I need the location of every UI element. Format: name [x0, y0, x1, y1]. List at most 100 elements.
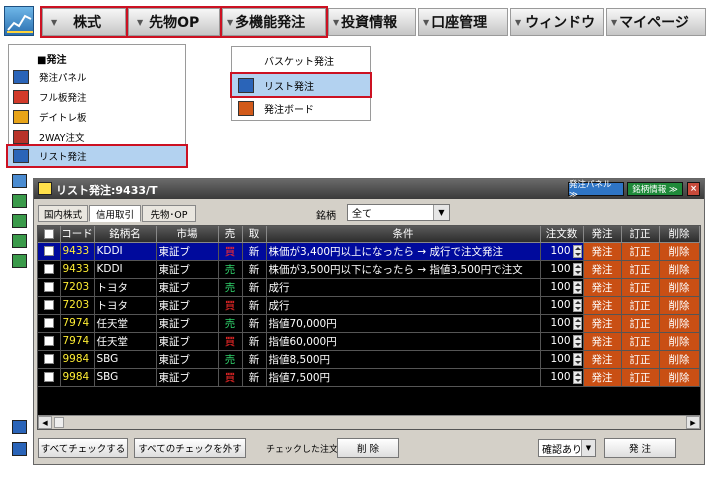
qty-stepper[interactable] [572, 334, 582, 348]
column-header-code[interactable]: コード [60, 226, 95, 243]
order-panel-button[interactable]: 発注パネル ≫ [568, 180, 624, 200]
menu-account[interactable]: ▼ 口座管理 [418, 8, 508, 36]
row-checkbox-cell[interactable] [38, 242, 61, 261]
menu-kabushiki[interactable]: ▼ 株式 [40, 6, 128, 38]
column-header-condition[interactable]: 条件 [266, 226, 541, 243]
cell-qty[interactable]: 100 [540, 350, 584, 369]
column-header-name[interactable]: 銘柄名 [94, 226, 157, 243]
menu-window[interactable]: ▼ ウィンドウ [510, 8, 604, 36]
cell-qty[interactable]: 100 [540, 260, 584, 279]
qty-stepper[interactable] [572, 352, 582, 366]
modify-button[interactable]: 訂正 [621, 350, 660, 369]
menu-item-daytrade-board[interactable]: デイトレ板 [9, 107, 185, 127]
order-button[interactable]: 発注 [583, 278, 622, 297]
scrollbar-thumb[interactable] [54, 417, 64, 428]
row-checkbox-cell[interactable] [38, 260, 61, 279]
row-checkbox-cell[interactable] [38, 278, 61, 297]
submit-order-button[interactable]: 発 注 [604, 438, 676, 458]
check-all-button[interactable]: すべてチェックする [38, 438, 128, 458]
table-row[interactable]: 9433 KDDI 東証ブ売新株価が3,500円以下になったら → 指値3,500円… [38, 260, 700, 279]
row-checkbox-cell[interactable] [38, 296, 61, 315]
delete-button[interactable]: 削除 [659, 314, 700, 333]
app-logo-icon[interactable] [4, 6, 34, 36]
row-checkbox-cell[interactable] [38, 368, 61, 387]
cell-qty[interactable]: 100 [540, 296, 584, 315]
menu-item-order-panel[interactable]: 発注パネル [9, 67, 185, 87]
tab-futures-options[interactable]: 先物･OP [142, 205, 196, 222]
column-header-side[interactable]: 売 [218, 226, 243, 243]
qty-stepper[interactable] [572, 316, 582, 330]
checkbox[interactable] [43, 246, 54, 256]
close-icon[interactable]: × [687, 182, 700, 196]
modify-button[interactable]: 訂正 [621, 296, 660, 315]
order-button[interactable]: 発注 [583, 242, 622, 261]
chevron-down-icon[interactable]: ▼ [581, 440, 595, 456]
delete-checked-button[interactable]: 削 除 [337, 438, 399, 458]
toolbar-icon[interactable] [12, 194, 27, 208]
toolbar-icon[interactable] [12, 442, 27, 456]
chevron-down-icon[interactable]: ▼ [433, 205, 449, 220]
column-header-market[interactable]: 市場 [156, 226, 219, 243]
checkbox[interactable] [43, 372, 54, 382]
modify-button[interactable]: 訂正 [621, 368, 660, 387]
menu-item-list-order[interactable]: リスト発注 [6, 144, 188, 168]
menu-futures-op[interactable]: ▼ 先物OP [126, 6, 222, 38]
modify-button[interactable]: 訂正 [621, 278, 660, 297]
column-header-order[interactable]: 発注 [583, 226, 622, 243]
qty-stepper[interactable] [572, 280, 582, 294]
header-select-all[interactable] [38, 226, 61, 243]
delete-button[interactable]: 削除 [659, 368, 700, 387]
table-row[interactable]: 7203 トヨタ 東証ブ買新成行 100 発注 訂正 削除 [38, 296, 700, 315]
table-row[interactable]: 7203 トヨタ 東証ブ売新成行 100 発注 訂正 削除 [38, 278, 700, 297]
horizontal-scrollbar[interactable]: ◀ ▶ [38, 415, 700, 429]
cell-qty[interactable]: 100 [540, 332, 584, 351]
checkbox[interactable] [43, 228, 54, 239]
scroll-left-icon[interactable]: ◀ [38, 416, 52, 429]
tab-margin-trading[interactable]: 信用取引 [89, 205, 141, 222]
menu-item-full-board[interactable]: フル板発注 [9, 87, 185, 107]
delete-button[interactable]: 削除 [659, 278, 700, 297]
order-button[interactable]: 発注 [583, 368, 622, 387]
checkbox[interactable] [43, 282, 54, 292]
toolbar-icon[interactable] [12, 254, 27, 268]
order-button[interactable]: 発注 [583, 260, 622, 279]
submenu-item-list-order[interactable]: リスト発注 [230, 72, 372, 98]
toolbar-icon[interactable] [12, 174, 27, 188]
confirm-select[interactable]: 確認あり ▼ [538, 439, 596, 457]
row-checkbox-cell[interactable] [38, 314, 61, 333]
menu-mypage[interactable]: ▼ マイページ [606, 8, 706, 36]
column-header-qty[interactable]: 注文数 [540, 226, 584, 243]
modify-button[interactable]: 訂正 [621, 242, 660, 261]
submenu-item-basket[interactable]: バスケット発注 [232, 49, 370, 71]
toolbar-icon[interactable] [12, 214, 27, 228]
checkbox[interactable] [43, 354, 54, 364]
tab-domestic-stock[interactable]: 国内株式 [38, 205, 88, 222]
menu-multi-order[interactable]: ▼ 多機能発注 [220, 6, 328, 38]
checkbox[interactable] [43, 336, 54, 346]
stock-info-button[interactable]: 銘柄情報 ≫ [627, 182, 683, 196]
qty-stepper[interactable] [572, 262, 582, 276]
toolbar-icon[interactable] [12, 234, 27, 248]
order-button[interactable]: 発注 [583, 296, 622, 315]
cell-qty[interactable]: 100 [540, 278, 584, 297]
delete-button[interactable]: 削除 [659, 296, 700, 315]
column-header-type[interactable]: 取 [242, 226, 267, 243]
column-header-modify[interactable]: 訂正 [621, 226, 660, 243]
delete-button[interactable]: 削除 [659, 260, 700, 279]
cell-qty[interactable]: 100 [540, 242, 584, 261]
order-button[interactable]: 発注 [583, 332, 622, 351]
column-header-delete[interactable]: 削除 [659, 226, 700, 243]
modify-button[interactable]: 訂正 [621, 260, 660, 279]
order-button[interactable]: 発注 [583, 350, 622, 369]
submenu-item-order-board[interactable]: 発注ボード [232, 97, 370, 119]
table-row[interactable]: 9984 SBG 東証ブ買新指値7,500円 100 発注 訂正 削除 [38, 368, 700, 387]
cell-qty[interactable]: 100 [540, 368, 584, 387]
checkbox[interactable] [43, 318, 54, 328]
row-checkbox-cell[interactable] [38, 332, 61, 351]
table-row[interactable]: 7974 任天堂 東証ブ買新指値60,000円 100 発注 訂正 削除 [38, 332, 700, 351]
menu-investment-info[interactable]: ▼ 投資情報 [328, 8, 416, 36]
row-checkbox-cell[interactable] [38, 350, 61, 369]
qty-stepper[interactable] [572, 298, 582, 312]
table-row[interactable]: 7974 任天堂 東証ブ売新指値70,000円 100 発注 訂正 削除 [38, 314, 700, 333]
menu-item-2way[interactable]: 2WAY注文 [9, 127, 185, 147]
